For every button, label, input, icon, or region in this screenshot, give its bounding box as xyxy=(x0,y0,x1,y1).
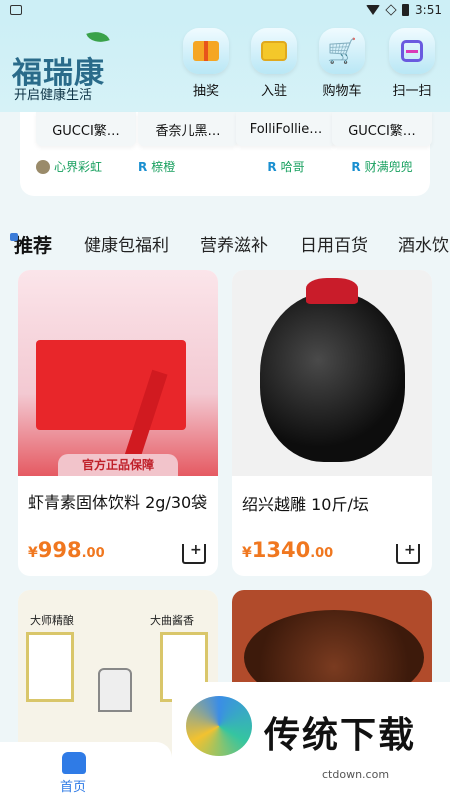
product-title: 绍兴越雕 10斤/坛 xyxy=(242,495,369,514)
watermark-text: 传统下载 xyxy=(264,715,417,756)
cart-label: 购物车 xyxy=(322,84,362,99)
product-price: ¥1340.00 xyxy=(242,538,334,562)
featured-title: FolliFollie… xyxy=(236,112,336,146)
featured-title: GUCCI繁… xyxy=(332,112,432,146)
seller-name: 哈哥 xyxy=(280,160,305,174)
watermark: 传统下载 ctdown.com xyxy=(172,682,450,800)
shop-icon xyxy=(261,41,287,61)
tab-health-benefits[interactable]: 健康包福利 xyxy=(84,231,169,256)
cart-button[interactable]: 🛒 购物车 xyxy=(312,28,372,99)
status-bar: 3:51 xyxy=(0,0,450,22)
scan-icon xyxy=(401,40,423,62)
shop-mark-icon: R xyxy=(351,159,361,174)
shop-mark-icon: R xyxy=(138,159,148,174)
seller-name: 财满兜兜 xyxy=(364,160,413,174)
product-image-label: 大师精酿 xyxy=(30,614,74,627)
product-image-label: 大曲酱香 xyxy=(150,614,194,627)
cart-icon: 🛒 xyxy=(327,37,357,65)
clock: 3:51 xyxy=(415,3,442,17)
brand-slogan: 开启健康生活 xyxy=(14,88,93,103)
join-label: 入驻 xyxy=(260,84,287,99)
bottom-nav: 首页 xyxy=(0,742,172,800)
category-tabs: 推荐 健康包福利 营养滋补 日用百货 酒水饮 xyxy=(0,215,450,270)
tab-nutrition[interactable]: 营养滋补 xyxy=(200,231,268,256)
no-signal-icon xyxy=(385,4,397,16)
lottery-label: 抽奖 xyxy=(192,84,219,99)
gift-icon xyxy=(193,41,219,61)
add-to-cart-icon[interactable] xyxy=(182,542,206,564)
tab-drinks[interactable]: 酒水饮 xyxy=(398,231,449,256)
header: 福瑞康 开启健康生活 抽奖 入驻 🛒 购物车 扫一扫 xyxy=(0,22,450,112)
featured-item[interactable]: GUCCI繁… 心界彩虹 xyxy=(36,112,136,175)
battery-icon xyxy=(402,4,410,16)
featured-title: 香奈儿黑… xyxy=(138,112,238,146)
tab-daily-goods[interactable]: 日用百货 xyxy=(300,231,368,256)
product-card[interactable]: 绍兴越雕 10斤/坛 ¥1340.00 xyxy=(232,270,432,576)
tab-recommend[interactable]: 推荐 xyxy=(9,231,52,258)
authentic-badge: 官方正品保障 xyxy=(58,454,178,476)
join-button[interactable]: 入驻 xyxy=(244,28,304,99)
lottery-button[interactable]: 抽奖 xyxy=(176,28,236,99)
home-icon[interactable] xyxy=(62,752,86,774)
nav-home-label[interactable]: 首页 xyxy=(60,776,86,795)
avatar xyxy=(36,159,50,174)
shop-mark-icon: R xyxy=(267,159,277,174)
scan-button[interactable]: 扫一扫 xyxy=(382,28,442,99)
featured-item[interactable]: FolliFollie… R 哈哥 xyxy=(236,112,336,175)
seller-name: 心界彩虹 xyxy=(54,160,103,174)
featured-item[interactable]: 香奈儿黑… R 榇橙 xyxy=(138,112,238,175)
watermark-logo-icon xyxy=(186,696,252,756)
seller-name: 榇橙 xyxy=(151,160,176,174)
product-title: 虾青素固体饮料 2g/30袋 xyxy=(28,493,208,512)
leaf-icon xyxy=(86,27,110,47)
featured-title: GUCCI繁… xyxy=(36,112,136,146)
featured-item[interactable]: GUCCI繁… R 财满兜兜 xyxy=(332,112,432,175)
wifi-icon xyxy=(366,5,381,15)
scan-label: 扫一扫 xyxy=(392,84,432,99)
product-card[interactable]: 官方正品保障 虾青素固体饮料 2g/30袋 ¥998.00 xyxy=(18,270,218,576)
gallery-icon xyxy=(10,5,22,15)
product-image: 官方正品保障 xyxy=(18,270,218,476)
product-price: ¥998.00 xyxy=(28,538,105,562)
product-image xyxy=(232,270,432,476)
add-to-cart-icon[interactable] xyxy=(396,542,420,564)
featured-strip: GUCCI繁… 心界彩虹 香奈儿黑… R 榇橙 FolliFollie… R 哈哥 … xyxy=(20,112,432,196)
watermark-url: ctdown.com xyxy=(322,768,390,781)
